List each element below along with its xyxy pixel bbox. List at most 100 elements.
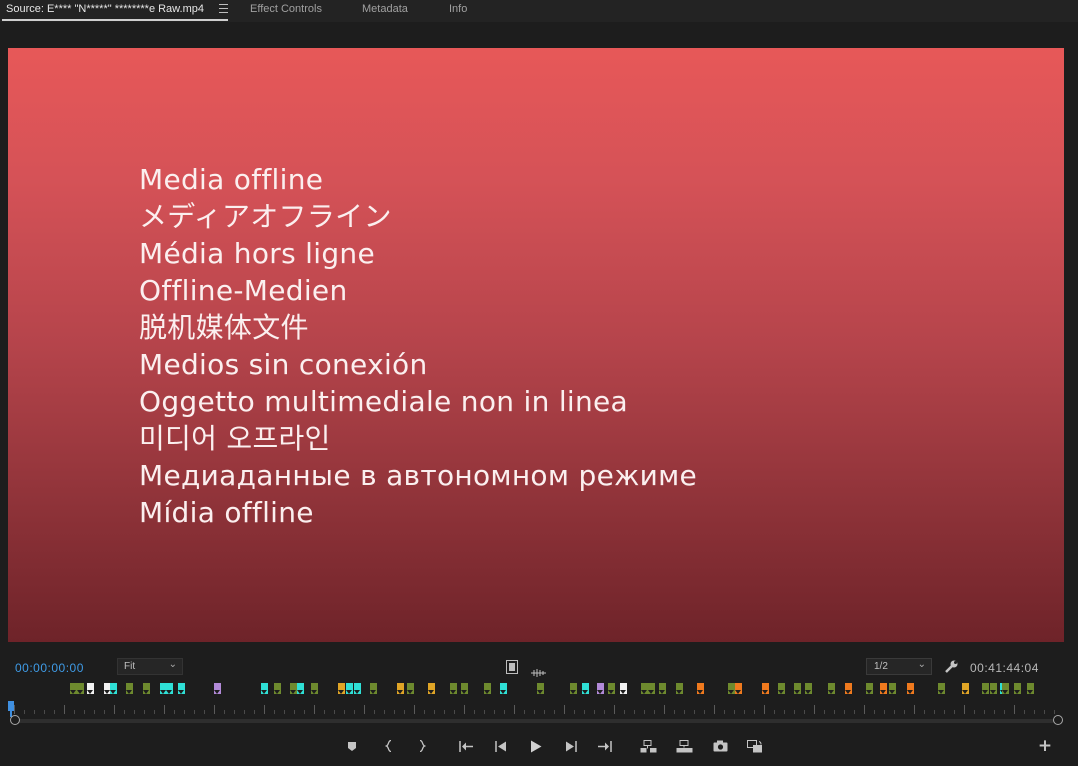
ruler-tick <box>654 710 655 714</box>
clip-marker[interactable] <box>697 683 704 694</box>
ruler-tick <box>484 710 485 714</box>
clip-marker[interactable] <box>110 683 117 694</box>
playhead-handle[interactable] <box>8 701 14 711</box>
ruler-tick <box>324 710 325 714</box>
clip-marker[interactable] <box>500 683 507 694</box>
tab-effect-controls[interactable]: Effect Controls <box>250 3 322 15</box>
export-frame-button[interactable] <box>711 737 729 755</box>
overwrite-button[interactable] <box>675 737 693 755</box>
clip-marker[interactable] <box>641 683 648 694</box>
ruler-tick <box>834 710 835 714</box>
clip-marker[interactable] <box>70 683 77 694</box>
tab-metadata[interactable]: Metadata <box>362 3 408 15</box>
clip-marker[interactable] <box>484 683 491 694</box>
clip-marker[interactable] <box>354 683 361 694</box>
go-to-out-button[interactable] <box>596 737 614 755</box>
ruler-tick <box>424 710 425 714</box>
wrench-settings-icon[interactable] <box>944 659 959 678</box>
media-offline-message: Media offline メディアオフライン Média hors ligne… <box>139 161 697 531</box>
clip-marker[interactable] <box>1027 683 1034 694</box>
tab-source[interactable]: Source: E**** "N*****" ********e Raw.mp4 <box>6 3 204 15</box>
clip-marker[interactable] <box>735 683 742 694</box>
clip-marker[interactable] <box>608 683 615 694</box>
step-back-button[interactable] <box>492 737 510 755</box>
clip-marker[interactable] <box>728 683 735 694</box>
zoom-scrollbar[interactable] <box>17 719 1054 723</box>
zoom-scrollbar-right-handle[interactable] <box>1053 715 1063 725</box>
clip-marker[interactable] <box>143 683 150 694</box>
clip-marker[interactable] <box>370 683 377 694</box>
ruler-tick <box>104 710 105 714</box>
button-editor-button[interactable] <box>746 737 764 755</box>
clip-marker[interactable] <box>938 683 945 694</box>
clip-marker[interactable] <box>428 683 435 694</box>
clip-marker[interactable] <box>338 683 345 694</box>
clip-marker[interactable] <box>87 683 94 694</box>
ruler-tick <box>134 710 135 714</box>
mark-out-button[interactable] <box>413 737 431 755</box>
clip-marker[interactable] <box>582 683 589 694</box>
clip-marker[interactable] <box>794 683 801 694</box>
mark-in-icon <box>385 740 392 752</box>
step-forward-button[interactable] <box>562 737 580 755</box>
playback-resolution-select[interactable]: 1/2 ⌄ <box>866 658 932 675</box>
clip-marker[interactable] <box>1002 683 1009 694</box>
clip-marker[interactable] <box>346 683 353 694</box>
mark-in-button[interactable] <box>380 737 398 755</box>
ruler-tick <box>974 710 975 714</box>
clip-marker[interactable] <box>805 683 812 694</box>
zoom-scrollbar-left-handle[interactable] <box>10 715 20 725</box>
clip-marker[interactable] <box>597 683 604 694</box>
go-to-in-button[interactable] <box>457 737 475 755</box>
zoom-level-select[interactable]: Fit ⌄ <box>117 658 183 675</box>
clip-marker[interactable] <box>290 683 297 694</box>
time-ruler[interactable] <box>10 700 1066 716</box>
play-button[interactable] <box>527 737 545 755</box>
clip-marker[interactable] <box>461 683 468 694</box>
clip-marker[interactable] <box>274 683 281 694</box>
button-editor-add-button[interactable]: + <box>1036 736 1054 756</box>
ruler-tick <box>64 705 65 714</box>
clip-marker[interactable] <box>407 683 414 694</box>
clip-marker[interactable] <box>397 683 404 694</box>
clip-marker[interactable] <box>889 683 896 694</box>
tab-info[interactable]: Info <box>449 3 467 15</box>
clip-marker[interactable] <box>648 683 655 694</box>
playhead-timecode[interactable]: 00:00:00:00 <box>15 661 84 675</box>
drag-audio-icon[interactable] <box>531 662 546 681</box>
insert-button[interactable] <box>639 737 657 755</box>
clip-marker[interactable] <box>214 683 221 694</box>
clip-marker[interactable] <box>570 683 577 694</box>
clip-marker[interactable] <box>77 683 84 694</box>
source-monitor-display[interactable]: Media offline メディアオフライン Média hors ligne… <box>8 48 1064 642</box>
clip-marker[interactable] <box>311 683 318 694</box>
clip-marker[interactable] <box>166 683 173 694</box>
clip-marker[interactable] <box>537 683 544 694</box>
clip-marker[interactable] <box>676 683 683 694</box>
offline-line-ja: メディアオフライン <box>139 200 392 233</box>
clip-marker[interactable] <box>990 683 997 694</box>
clip-marker[interactable] <box>907 683 914 694</box>
panel-menu-icon[interactable] <box>219 4 228 13</box>
clip-marker[interactable] <box>659 683 666 694</box>
clip-marker[interactable] <box>261 683 268 694</box>
ruler-tick <box>34 710 35 714</box>
clip-marker[interactable] <box>982 683 989 694</box>
clip-marker[interactable] <box>762 683 769 694</box>
clip-marker[interactable] <box>866 683 873 694</box>
offline-line-en: Media offline <box>139 163 324 196</box>
clip-marker[interactable] <box>620 683 627 694</box>
ruler-tick <box>24 710 25 714</box>
clip-marker[interactable] <box>828 683 835 694</box>
add-marker-button[interactable] <box>343 737 361 755</box>
clip-marker[interactable] <box>126 683 133 694</box>
clip-marker[interactable] <box>297 683 304 694</box>
clip-marker[interactable] <box>880 683 887 694</box>
clip-marker[interactable] <box>1014 683 1021 694</box>
clip-marker[interactable] <box>962 683 969 694</box>
clip-marker[interactable] <box>778 683 785 694</box>
clip-marker[interactable] <box>450 683 457 694</box>
clip-marker[interactable] <box>178 683 185 694</box>
clip-marker[interactable] <box>845 683 852 694</box>
drag-video-icon[interactable] <box>506 659 518 678</box>
